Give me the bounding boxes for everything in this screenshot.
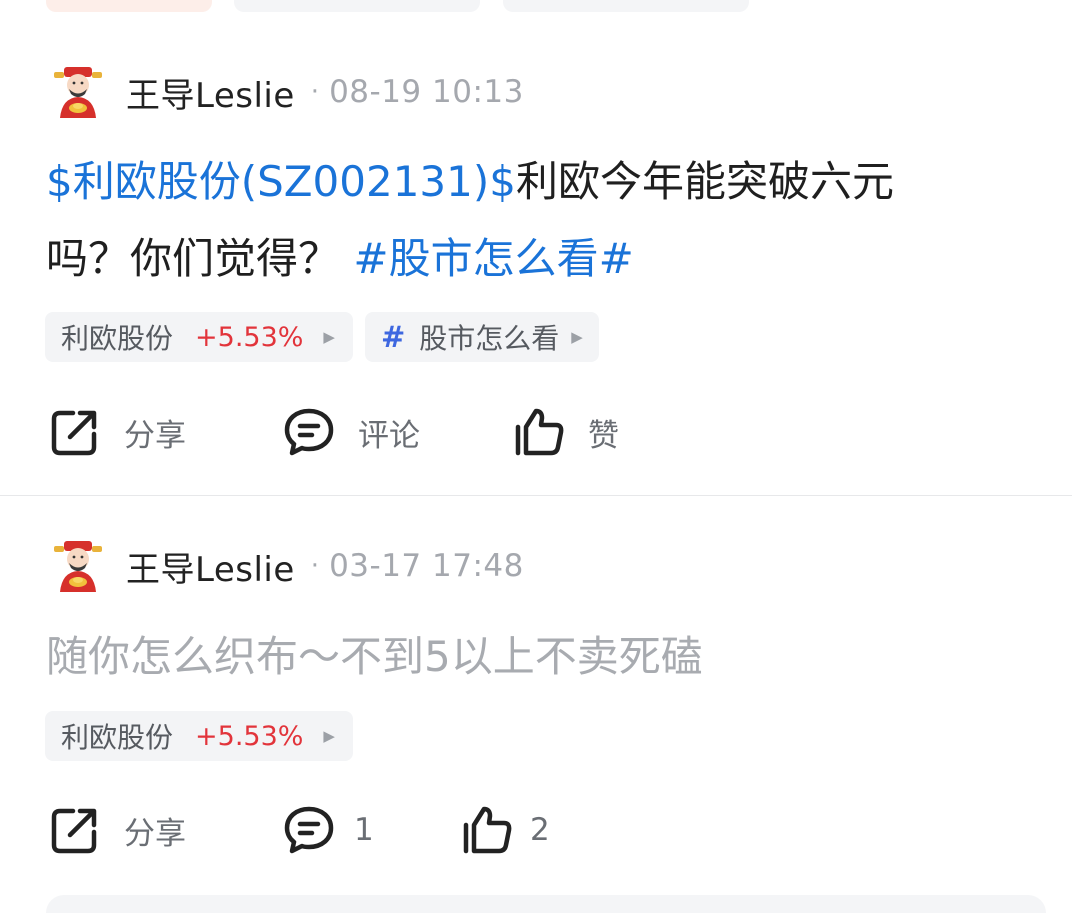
feed-page: 王导Leslie · 08-19 10:13 $利欧股份(SZ002131)$利… xyxy=(0,0,1072,913)
chevron-right-icon: ▶ xyxy=(323,727,335,745)
like-label: 赞 xyxy=(588,417,619,454)
meta-separator: · xyxy=(310,551,320,581)
avatar[interactable] xyxy=(50,538,106,594)
stock-chip-name: 利欧股份 xyxy=(61,721,174,754)
post-content[interactable]: $利欧股份(SZ002131)$利欧今年能突破六元 吗？你们觉得？ #股市怎么看… xyxy=(46,143,1006,297)
avatar[interactable] xyxy=(50,64,106,120)
comment-label: 评论 xyxy=(358,417,420,454)
comment-button[interactable]: 评论 xyxy=(282,404,420,460)
thumbs-up-icon xyxy=(463,806,512,854)
comment-icon xyxy=(284,806,334,854)
share-icon xyxy=(51,410,97,456)
tag-chips: 利欧股份 +5.53% ▶ # 股市怎么看 ▶ xyxy=(45,312,599,362)
share-label: 分享 xyxy=(124,815,186,852)
stock-chip-name: 利欧股份 xyxy=(61,322,174,355)
author-name[interactable]: 王导Leslie xyxy=(126,68,295,117)
caishen-avatar-icon xyxy=(54,67,102,118)
topic-link[interactable]: #股市怎么看# xyxy=(353,234,633,283)
post-header: 王导Leslie · 08-19 10:13 xyxy=(50,62,524,122)
tag-chips: 利欧股份 +5.53% ▶ xyxy=(45,711,353,761)
comment-button[interactable]: 1 xyxy=(282,802,374,858)
like-count: 2 xyxy=(530,812,550,848)
stock-chip-change: +5.53% xyxy=(195,720,304,752)
thumbs-up-icon xyxy=(515,408,564,456)
caishen-avatar-icon xyxy=(54,541,102,592)
post-text-line2: 吗？你们觉得？ xyxy=(46,234,341,283)
post-actions: 分享 评论 赞 xyxy=(48,404,848,460)
meta-separator: · xyxy=(310,77,320,107)
stock-link[interactable]: $利欧股份(SZ002131)$ xyxy=(46,157,516,206)
share-button[interactable]: 分享 xyxy=(48,802,186,858)
stock-chip[interactable]: 利欧股份 +5.53% ▶ xyxy=(45,312,353,362)
post-actions: 分享 1 2 xyxy=(48,802,848,858)
chevron-right-icon: ▶ xyxy=(323,328,335,346)
hash-icon: # xyxy=(380,320,406,354)
stock-chip-change: +5.53% xyxy=(195,321,304,353)
comment-icon xyxy=(284,408,334,456)
share-button[interactable]: 分享 xyxy=(48,404,186,460)
like-button[interactable]: 2 xyxy=(460,802,550,858)
post-timestamp: 08-19 10:13 xyxy=(329,74,524,110)
post-timestamp: 03-17 17:48 xyxy=(329,548,524,584)
chevron-right-icon: ▶ xyxy=(571,328,583,346)
post-card[interactable]: 王导Leslie · 03-17 17:48 随你怎么织布～不到5以上不卖死磕 … xyxy=(0,496,1072,913)
author-name[interactable]: 王导Leslie xyxy=(126,542,295,591)
post-content[interactable]: 随你怎么织布～不到5以上不卖死磕 xyxy=(46,618,1006,695)
next-card-peek[interactable] xyxy=(46,895,1046,913)
post-card[interactable]: 王导Leslie · 08-19 10:13 $利欧股份(SZ002131)$利… xyxy=(0,0,1072,495)
topic-chip-name: 股市怎么看 xyxy=(419,322,560,355)
comment-count: 1 xyxy=(354,812,374,848)
post-text: 随你怎么织布～不到5以上不卖死磕 xyxy=(46,632,703,681)
share-label: 分享 xyxy=(124,417,186,454)
like-button[interactable]: 赞 xyxy=(512,404,619,460)
topic-chip[interactable]: # 股市怎么看 ▶ xyxy=(364,312,599,362)
post-text-line1: 利欧今年能突破六元 xyxy=(515,157,894,206)
stock-chip[interactable]: 利欧股份 +5.53% ▶ xyxy=(45,711,353,761)
post-header: 王导Leslie · 03-17 17:48 xyxy=(50,536,524,596)
share-icon xyxy=(51,808,97,854)
